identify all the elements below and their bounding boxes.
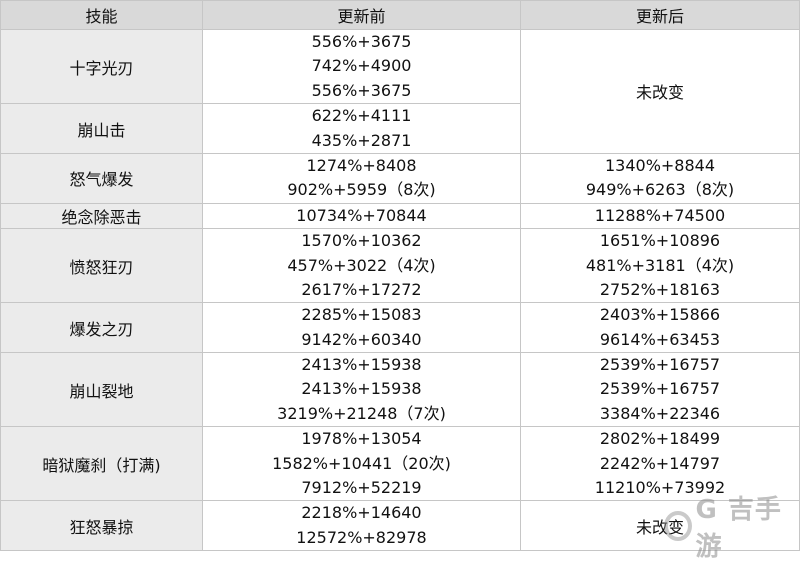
skill-name: 狂怒暴掠 [0,500,203,552]
after-cell-unchanged: 未改变 [520,29,800,154]
watermark-text: G 吉手游 [695,495,782,562]
before-cell: 2413%+15938 2413%+15938 3219%+21248（7次) [202,352,521,428]
header-before: 更新前 [202,0,521,30]
value-line: 2617%+17272 [301,279,422,299]
value-line: 902%+5959（8次) [287,180,436,200]
value-line: 2413%+15938 [301,355,422,375]
value-line: 2413%+15938 [301,379,422,399]
skill-name: 愤怒狂刃 [0,228,203,304]
skill-name: 绝念除恶击 [0,202,203,230]
header-skill: 技能 [0,0,203,30]
value-line: 481%+3181（4次) [585,255,735,275]
value-line: 949%+6263（8次) [585,180,735,200]
before-cell: 2218%+14640 12572%+82978 [202,500,521,552]
skill-name: 怒气爆发 [0,152,203,204]
value-line: 2539%+16757 [599,355,721,375]
watermark: G 吉手游 [664,495,796,562]
watermark-logo-icon [664,511,692,541]
before-cell: 1274%+8408 902%+5959（8次) [202,152,521,204]
table-row: 愤怒狂刃 1570%+10362 457%+3022（4次) 2617%+172… [0,228,800,304]
value-line: 2242%+14797 [599,453,721,473]
value-line: 2285%+15083 [301,305,422,325]
value-line: 622%+4111 [311,106,412,126]
before-cell: 1570%+10362 457%+3022（4次) 2617%+17272 [202,228,521,304]
before-cell: 556%+3675 742%+4900 556%+3675 [202,28,521,105]
value-line: 435%+2871 [311,130,412,150]
value-line: 2752%+18163 [599,279,721,299]
value-line: 556%+3675 [311,80,412,100]
skill-name: 崩山击 [0,103,203,154]
table-row: 崩山裂地 2413%+15938 2413%+15938 3219%+21248… [0,352,800,428]
value-line: 9142%+60340 [301,329,422,349]
before-cell: 622%+4111 435%+2871 [202,103,521,154]
skill-name: 爆发之刃 [0,302,203,354]
value-line: 7912%+52219 [301,478,422,498]
after-cell: 1340%+8844 949%+6263（8次) [520,152,800,204]
skill-name: 十字光刃 [0,28,203,105]
value-line: 556%+3675 [311,32,412,51]
skill-name: 暗狱魔刹（打满) [0,426,203,502]
after-cell: 11288%+74500 [520,202,800,230]
value-line: 1651%+10896 [599,231,721,251]
value-line: 12572%+82978 [296,527,427,547]
header-row: 技能 更新前 更新后 [0,0,800,30]
value-line: 457%+3022（4次) [287,255,436,275]
value-line: 2802%+18499 [599,429,721,449]
table-row: 暗狱魔刹（打满) 1978%+13054 1582%+10441（20次) 79… [0,426,800,502]
table-row: 爆发之刃 2285%+15083 9142%+60340 2403%+15866… [0,302,800,354]
header-after: 更新后 [520,0,800,30]
after-cell: 1651%+10896 481%+3181（4次) 2752%+18163 [520,228,800,304]
skill-name: 崩山裂地 [0,352,203,428]
table-row: 十字光刃 556%+3675 742%+4900 556%+3675 未改变 [0,28,800,154]
skill-comparison-table: 技能 更新前 更新后 十字光刃 556%+3675 742%+4900 556%… [0,0,800,552]
value-line: 3219%+21248（7次) [277,403,446,423]
before-cell: 1978%+13054 1582%+10441（20次) 7912%+52219 [202,426,521,502]
table-row: 绝念除恶击 10734%+70844 11288%+74500 [0,202,800,230]
value-line: 11288%+74500 [594,205,726,225]
value-line: 1274%+8408 [306,155,417,175]
value-line: 1582%+10441（20次) [272,453,451,473]
value-line: 3384%+22346 [599,403,721,423]
value-line: 1570%+10362 [301,231,422,251]
value-line: 742%+4900 [311,56,412,76]
after-cell: 2403%+15866 9614%+63453 [520,302,800,354]
value-line: 2403%+15866 [599,305,721,325]
before-cell: 2285%+15083 9142%+60340 [202,302,521,354]
after-cell: 2539%+16757 2539%+16757 3384%+22346 [520,352,800,428]
value-line: 1340%+8844 [604,155,716,175]
value-line: 2218%+14640 [301,503,422,523]
value-line: 10734%+70844 [296,205,427,225]
table-row: 怒气爆发 1274%+8408 902%+5959（8次) 1340%+8844… [0,152,800,204]
value-line: 9614%+63453 [599,329,721,349]
value-line: 2539%+16757 [599,379,721,399]
value-line: 1978%+13054 [301,429,422,449]
before-cell: 10734%+70844 [202,202,521,230]
